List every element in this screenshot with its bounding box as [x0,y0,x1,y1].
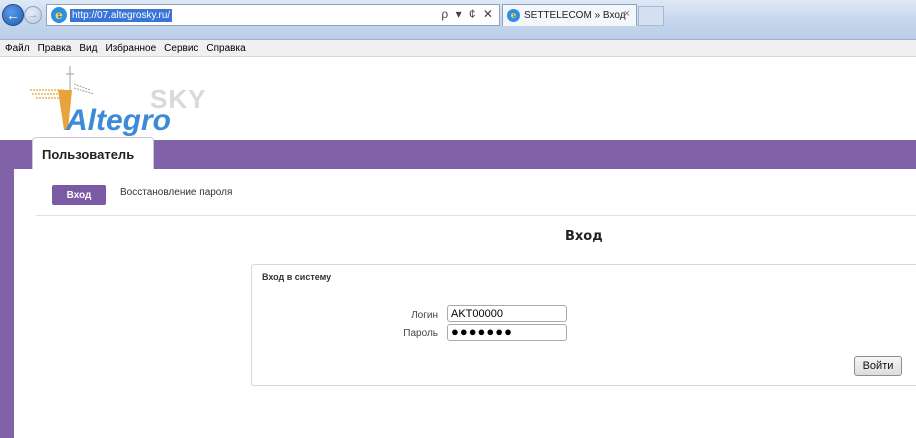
login-label: Логин [411,310,438,321]
forward-button[interactable]: → [24,6,42,24]
login-panel: Вход в систему Логин Пароль ●●●●●●● Войт… [251,264,916,386]
tab-title: SETTELECOM » Вход [524,10,626,21]
logo-main-text: Altegro [66,104,171,137]
submit-button[interactable]: Войти [854,356,902,376]
forward-arrow-icon: → [27,9,39,21]
page-title: Вход [565,229,603,244]
menu-view[interactable]: Вид [79,43,97,54]
password-label: Пароль [403,328,438,339]
new-tab-button[interactable] [638,6,664,26]
ie-page-icon: e [51,7,67,23]
menu-edit[interactable]: Правка [38,43,72,54]
address-bar[interactable]: e http://07.altegrosky.ru/ ρ ▾ ¢ ✕ [46,4,500,26]
login-panel-header: Вход в систему [262,272,332,282]
login-nav-button[interactable]: Вход [52,185,106,205]
back-button[interactable]: ← [2,4,24,26]
back-arrow-icon: ← [6,7,20,23]
browser-toolbar: ← → e http://07.altegrosky.ru/ ρ ▾ ¢ ✕ e… [0,0,916,40]
altegro-logo: SKY Altegro [30,60,230,140]
menu-bar: Файл Правка Вид Избранное Сервис Справка [0,40,916,57]
restore-password-link[interactable]: Восстановление пароля [120,187,232,198]
login-input[interactable] [447,305,567,322]
menu-file[interactable]: Файл [5,43,30,54]
tab-favicon-icon: e [507,9,520,22]
address-tools-icons[interactable]: ρ ▾ ¢ ✕ [441,7,495,21]
url-text[interactable]: http://07.altegrosky.ru/ [70,8,173,22]
menu-tools[interactable]: Сервис [164,43,198,54]
tab-user[interactable]: Пользователь [32,137,154,169]
sub-navigation: Вход Восстановление пароля [36,170,916,216]
tab-close-icon[interactable]: × [624,8,630,20]
browser-tab[interactable]: e SETTELECOM » Вход × [502,4,637,26]
password-input[interactable]: ●●●●●●● [447,324,567,341]
menu-favorites[interactable]: Избранное [105,43,156,54]
left-side-bar [0,169,14,438]
menu-help[interactable]: Справка [206,43,245,54]
